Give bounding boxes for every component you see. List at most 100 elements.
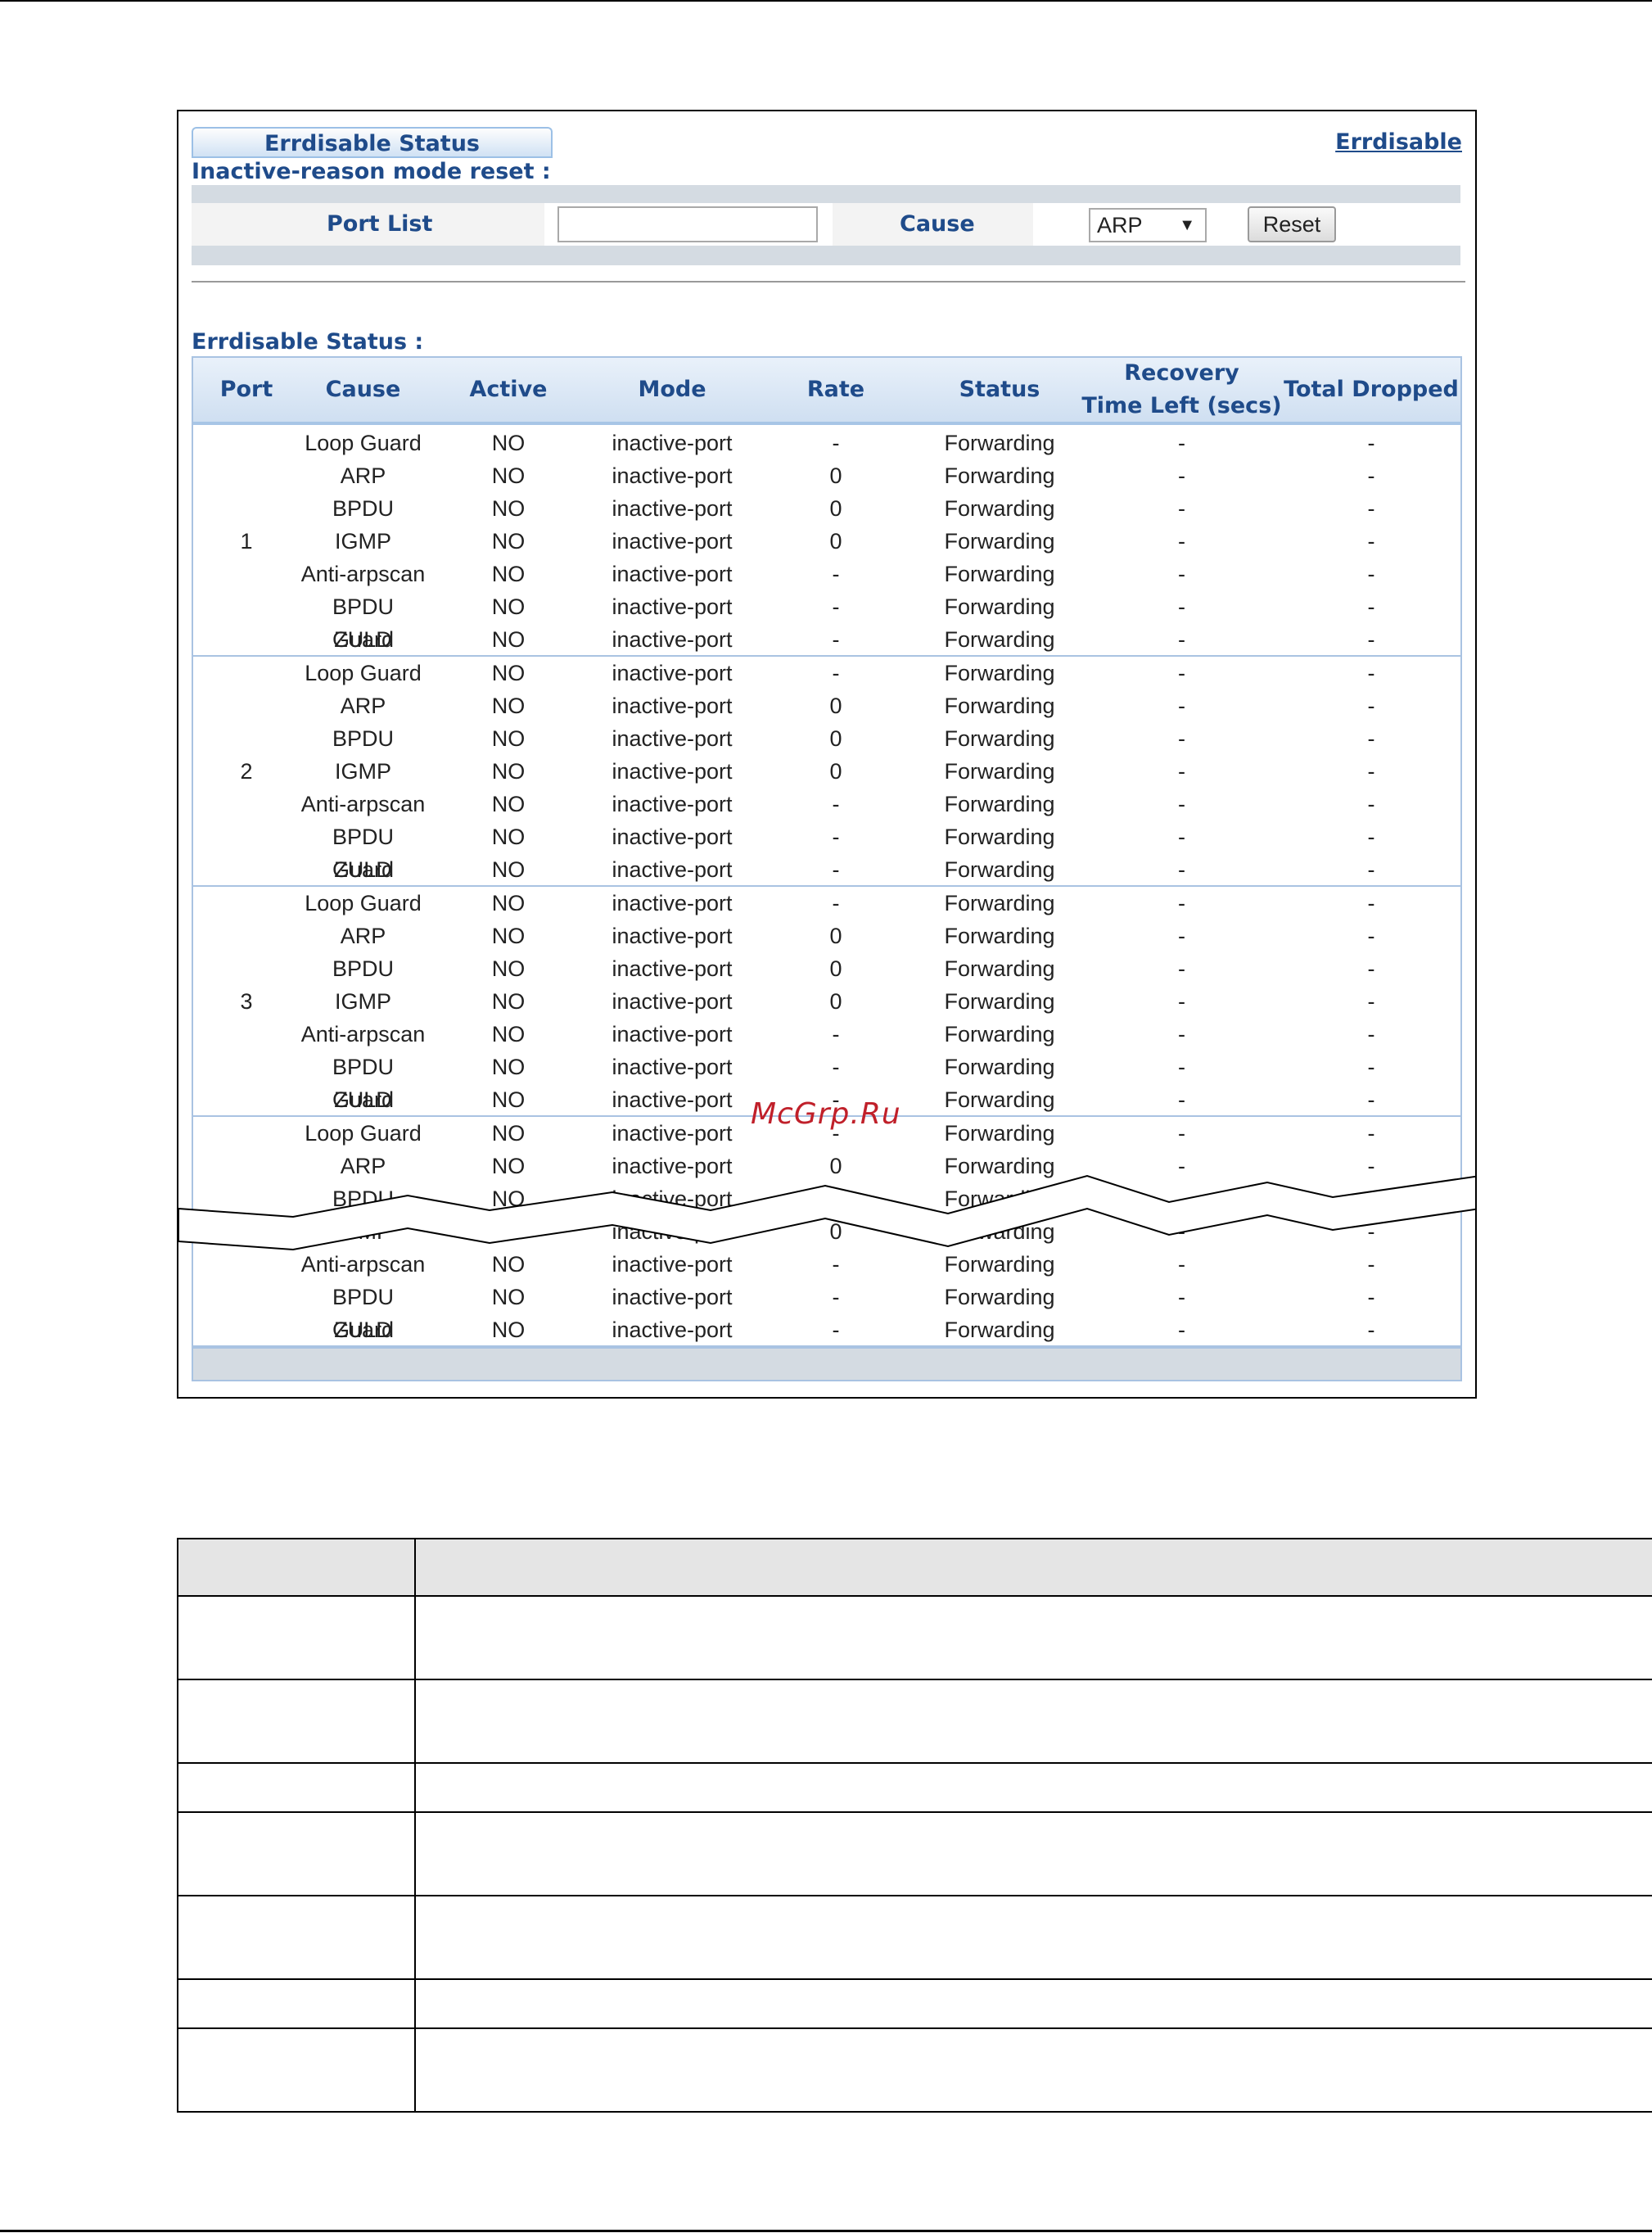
status-cell: Forwarding <box>944 496 1055 521</box>
status-section-title: Errdisable Status : <box>192 329 424 355</box>
rate-cell: - <box>832 891 840 915</box>
active-cell: NO <box>491 857 526 882</box>
total-dropped-cell: - <box>1367 759 1375 784</box>
recovery-cell: - <box>1178 1022 1185 1046</box>
description-cell <box>177 1895 416 1980</box>
recovery-cell: - <box>1178 463 1185 488</box>
active-cell: NO <box>491 529 526 554</box>
recovery-cell: - <box>1178 496 1185 521</box>
recovery-cell: - <box>1178 1154 1185 1178</box>
table-row: ARP NO inactive-port 0 Forwarding - - <box>193 689 1460 722</box>
watermark-text: McGrp.Ru <box>751 1097 901 1131</box>
status-cell: Forwarding <box>944 956 1055 981</box>
total-dropped-cell: - <box>1367 431 1375 455</box>
status-cell: Forwarding <box>944 594 1055 619</box>
port-group: 2 Loop Guard NO inactive-port - Forwarding - - A… <box>193 657 1460 887</box>
description-cell <box>413 1679 1652 1764</box>
cause-cell: Loop Guard <box>305 661 422 685</box>
status-cell: Forwarding <box>944 627 1055 652</box>
page-bottom-rule <box>0 2230 1652 2232</box>
rate-cell: - <box>832 857 840 882</box>
mode-cell: inactive-port <box>612 825 733 849</box>
total-dropped-cell: - <box>1367 792 1375 816</box>
status-cell: Forwarding <box>944 562 1055 586</box>
rate-cell: - <box>832 431 840 455</box>
rate-cell: - <box>832 1022 840 1046</box>
mode-cell: inactive-port <box>612 726 733 751</box>
recovery-cell: - <box>1178 726 1185 751</box>
mode-cell: inactive-port <box>612 857 733 882</box>
recovery-cell: - <box>1178 1252 1185 1277</box>
description-header-row <box>177 1538 1652 1597</box>
table-row: Loop Guard NO inactive-port - Forwarding - - <box>193 887 1460 920</box>
status-cell: Forwarding <box>944 891 1055 915</box>
total-dropped-cell: - <box>1367 956 1375 981</box>
reset-footer-band <box>192 246 1460 265</box>
rate-cell: 0 <box>829 1219 842 1244</box>
recovery-cell: - <box>1178 1219 1185 1244</box>
mode-cell: inactive-port <box>612 1285 733 1309</box>
recovery-cell: - <box>1178 825 1185 849</box>
total-dropped-cell: - <box>1367 857 1375 882</box>
cause-cell: IGMP <box>334 1219 391 1244</box>
cause-cell: ZULD <box>334 1087 392 1112</box>
total-dropped-cell: - <box>1367 496 1375 521</box>
total-dropped-cell: - <box>1367 1318 1375 1342</box>
port-list-input[interactable] <box>557 206 818 242</box>
table-row: Anti-arpscan NO inactive-port - Forwarding - - <box>193 1018 1460 1051</box>
active-cell: NO <box>491 1187 526 1211</box>
cause-label: Cause <box>900 211 975 237</box>
active-cell: NO <box>491 496 526 521</box>
table-row: ARP NO inactive-port 0 Forwarding - - <box>193 459 1460 492</box>
description-row <box>177 1895 1652 1980</box>
description-table <box>177 1538 1652 2113</box>
description-cell <box>413 2027 1652 2113</box>
mode-cell: inactive-port <box>612 496 733 521</box>
active-cell: NO <box>491 1055 526 1079</box>
cause-cell: BPDU Guard <box>332 1285 395 1342</box>
cause-cell: IGMP <box>334 529 391 554</box>
table-row: Anti-arpscan NO inactive-port - Forwarding - - <box>193 788 1460 820</box>
active-cell: NO <box>491 694 526 718</box>
errdisable-link[interactable]: Errdisable <box>1335 129 1462 155</box>
active-cell: NO <box>491 891 526 915</box>
reset-section-title: Inactive-reason mode reset : <box>192 159 551 184</box>
table-row: ARP NO inactive-port 0 Forwarding - - <box>193 1150 1460 1182</box>
status-cell: Forwarding <box>944 1219 1055 1244</box>
total-dropped-cell: - <box>1367 463 1375 488</box>
table-row: Anti-arpscan NO inactive-port - Forwarding - - <box>193 1248 1460 1281</box>
cause-cell: BPDU <box>332 726 394 751</box>
rate-cell: - <box>832 1285 840 1309</box>
reset-button[interactable]: Reset <box>1248 206 1336 242</box>
cause-select[interactable]: ARP ▼ <box>1089 208 1207 242</box>
mode-cell: inactive-port <box>612 924 733 948</box>
recovery-cell: - <box>1178 562 1185 586</box>
mode-cell: inactive-port <box>612 1087 733 1112</box>
table-row: BPDU NO inactive-port 0 Forwarding - - <box>193 1182 1460 1215</box>
table-row: IGMP NO inactive-port 0 Forwarding - - <box>193 755 1460 788</box>
cause-cell: BPDU <box>332 956 394 981</box>
total-dropped-cell: - <box>1367 529 1375 554</box>
rate-cell: - <box>832 1252 840 1277</box>
col-status: Status <box>959 377 1040 402</box>
mode-cell: inactive-port <box>612 594 733 619</box>
recovery-cell: - <box>1178 857 1185 882</box>
active-cell: NO <box>491 759 526 784</box>
status-cell: Forwarding <box>944 759 1055 784</box>
active-cell: NO <box>491 661 526 685</box>
status-cell: Forwarding <box>944 1187 1055 1211</box>
total-dropped-cell: - <box>1367 1022 1375 1046</box>
cause-cell: BPDU Guard <box>332 1055 395 1112</box>
tab-errdisable-status[interactable]: Errdisable Status <box>192 127 553 157</box>
total-dropped-cell: - <box>1367 825 1375 849</box>
cause-cell: ARP <box>340 694 386 718</box>
active-cell: NO <box>491 989 526 1014</box>
recovery-cell: - <box>1178 529 1185 554</box>
col-active: Active <box>469 377 548 402</box>
rate-cell: - <box>832 1055 840 1079</box>
mode-cell: inactive-port <box>612 529 733 554</box>
mode-cell: inactive-port <box>612 562 733 586</box>
reset-header-band <box>192 185 1460 203</box>
cause-cell: Anti-arpscan <box>300 1252 426 1277</box>
table-row: BPDU NO inactive-port 0 Forwarding - - <box>193 952 1460 985</box>
